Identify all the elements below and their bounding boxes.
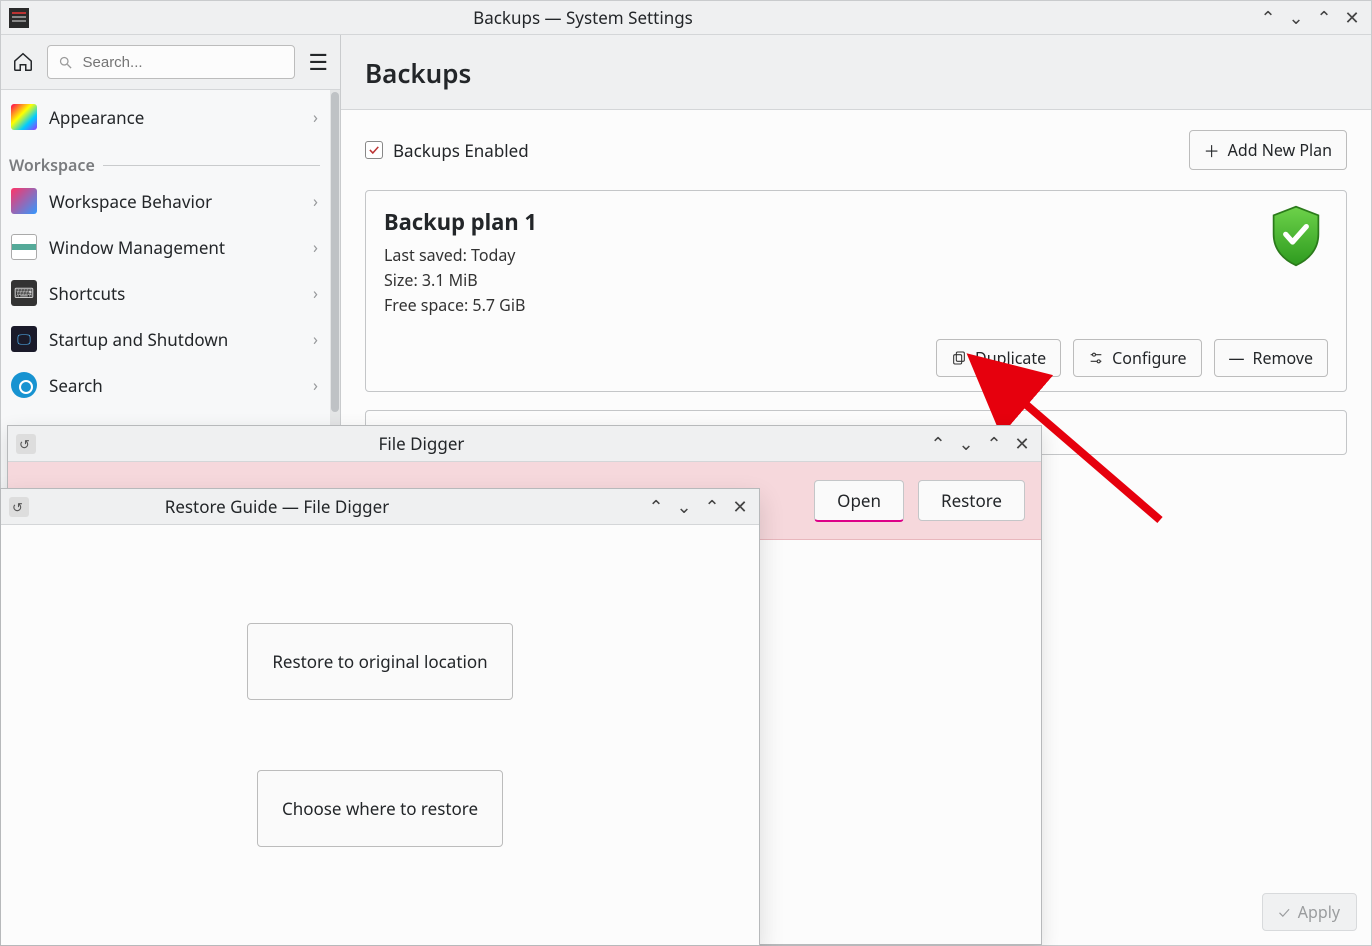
sidebar-item-window-management[interactable]: Window Management › [1,224,330,270]
search-input[interactable] [47,45,295,79]
workspace-behavior-icon [11,188,37,214]
minus-icon: ― [1229,347,1245,369]
open-button[interactable]: Open [814,480,904,522]
search-icon [58,55,73,70]
home-button[interactable] [9,47,37,77]
minimize-icon[interactable]: ⌄ [1287,9,1305,27]
sidebar-item-label: Shortcuts [49,282,125,305]
sidebar-item-label: Window Management [49,236,225,259]
keyboard-icon [11,280,37,306]
remove-button[interactable]: ― Remove [1214,339,1328,377]
file-digger-title: File Digger [44,432,919,455]
restore-guide-window: Restore Guide — File Digger ⌃ ⌄ ⌃ ✕ Rest… [0,488,760,946]
window-management-icon [11,234,37,260]
app-icon [9,8,29,28]
backups-enabled-checkbox[interactable]: ✓ Backups Enabled [365,139,529,162]
window-title: Backups — System Settings [37,6,1249,29]
chevron-right-icon: › [313,106,318,128]
appearance-icon [11,104,37,130]
chevron-right-icon: › [313,282,318,304]
backups-enabled-label: Backups Enabled [393,139,529,162]
sidebar-item-workspace-behavior[interactable]: Workspace Behavior › [1,178,330,224]
plan-meta: Last saved: Today Size: 3.1 MiB Free spa… [384,243,1328,317]
restore-icon [9,497,29,517]
chevron-right-icon: › [313,190,318,212]
sidebar-item-startup-shutdown[interactable]: Startup and Shutdown › [1,316,330,362]
plan-size: Size: 3.1 MiB [384,268,1328,293]
restore-button[interactable]: Restore [918,480,1025,521]
restore-icon [16,434,36,454]
restore-guide-titlebar[interactable]: Restore Guide — File Digger ⌃ ⌄ ⌃ ✕ [1,489,759,525]
duplicate-button[interactable]: Duplicate [936,339,1061,377]
checkmark-icon: ✓ [365,141,383,159]
home-icon [12,51,34,73]
add-plan-button[interactable]: ＋ Add New Plan [1189,130,1347,170]
close-icon[interactable]: ✕ [731,498,749,516]
keep-above-icon[interactable]: ⌃ [1259,9,1277,27]
chevron-right-icon: › [313,328,318,350]
scrollbar-thumb[interactable] [331,92,339,412]
plus-icon: ＋ [1204,138,1220,162]
sidebar-group-workspace: Workspace [1,140,330,178]
choose-where-to-restore-button[interactable]: Choose where to restore [257,770,503,847]
maximize-icon[interactable]: ⌃ [1315,9,1333,27]
titlebar[interactable]: Backups — System Settings ⌃ ⌄ ⌃ ✕ [1,1,1371,35]
check-icon: ✓ [1279,901,1290,923]
sidebar-item-label: Search [49,374,103,397]
sidebar-item-label: Appearance [49,106,144,129]
chevron-right-icon: › [313,236,318,258]
keep-above-icon[interactable]: ⌃ [647,498,665,516]
maximize-icon[interactable]: ⌃ [703,498,721,516]
page-title: Backups [341,35,1371,109]
minimize-icon[interactable]: ⌄ [675,498,693,516]
keep-above-icon[interactable]: ⌃ [929,435,947,453]
sidebar-item-shortcuts[interactable]: Shortcuts › [1,270,330,316]
plan-last-saved: Last saved: Today [384,243,1328,268]
maximize-icon[interactable]: ⌃ [985,435,1003,453]
duplicate-icon [951,350,967,366]
plan-free-space: Free space: 5.7 GiB [384,293,1328,318]
sidebar-item-label: Workspace Behavior [49,190,212,213]
configure-button[interactable]: Configure [1073,339,1201,377]
close-icon[interactable]: ✕ [1343,9,1361,27]
window-controls: ⌃ ⌄ ⌃ ✕ [1249,9,1371,27]
sidebar-item-appearance[interactable]: Appearance › [1,94,330,140]
sliders-icon [1088,350,1104,366]
close-icon[interactable]: ✕ [1013,435,1031,453]
search-field[interactable] [81,53,284,72]
minimize-icon[interactable]: ⌄ [957,435,975,453]
startup-icon [11,326,37,352]
restore-guide-title: Restore Guide — File Digger [37,495,637,518]
menu-button[interactable]: ☰ [305,47,333,77]
file-digger-titlebar[interactable]: File Digger ⌃ ⌄ ⌃ ✕ [8,426,1041,462]
plan-title: Backup plan 1 [384,207,1328,237]
sidebar-item-search[interactable]: Search › [1,362,330,408]
sidebar-item-label: Startup and Shutdown [49,328,228,351]
shield-ok-icon [1268,205,1324,267]
restore-original-location-button[interactable]: Restore to original location [247,623,512,700]
chevron-right-icon: › [313,374,318,396]
search-category-icon [11,372,37,398]
apply-button[interactable]: ✓ Apply [1262,893,1357,931]
backup-plan-card: Backup plan 1 Last saved: Today Size: 3.… [365,190,1347,392]
